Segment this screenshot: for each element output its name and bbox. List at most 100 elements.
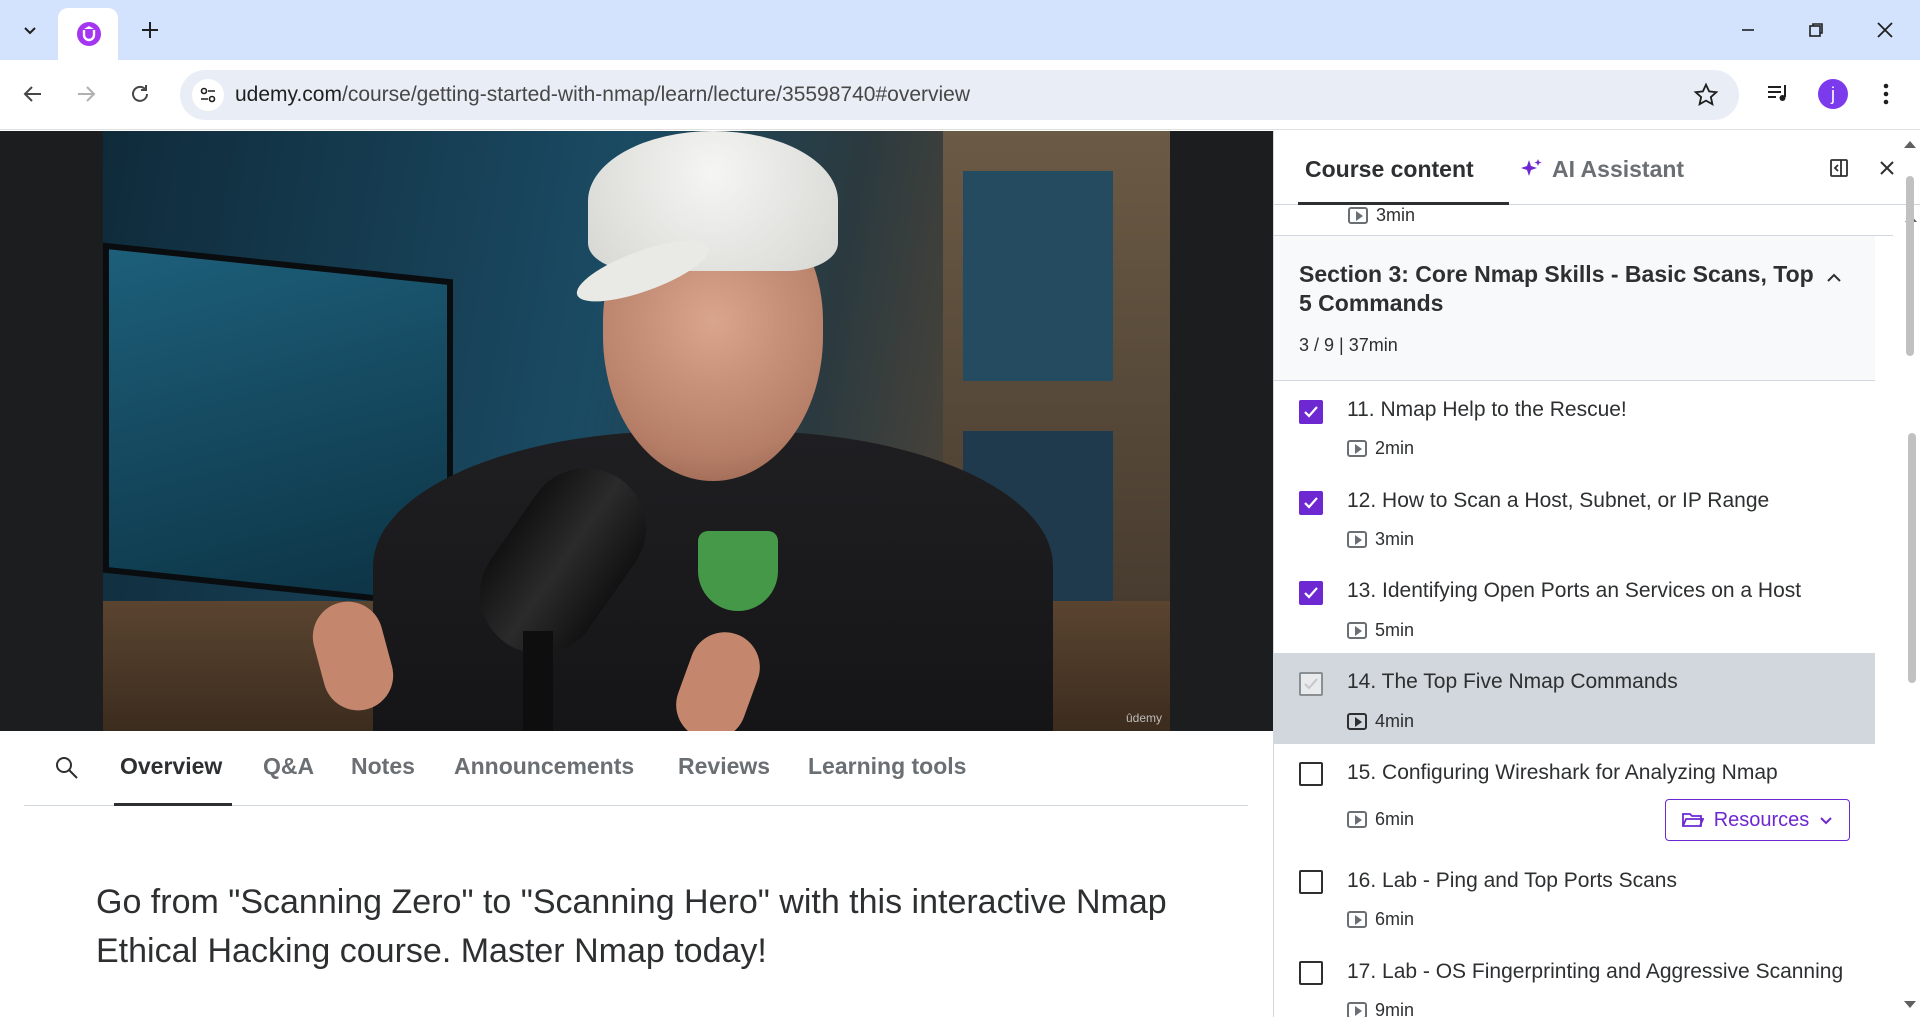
reload-icon[interactable]: [122, 76, 158, 112]
lecture-duration: 3min: [1347, 529, 1414, 550]
lecture-item[interactable]: 15. Configuring Wireshark for Analyzing …: [1274, 744, 1875, 853]
video-play-icon: [1347, 713, 1367, 730]
section-header[interactable]: Section 3: Core Nmap Skills - Basic Scan…: [1274, 236, 1875, 381]
resources-label: Resources: [1713, 808, 1810, 831]
lecture-item-current[interactable]: 14. The Top Five Nmap Commands 4min: [1274, 653, 1875, 744]
lecture-item[interactable]: 11. Nmap Help to the Rescue! 2min: [1274, 381, 1875, 471]
address-bar[interactable]: udemy.com/course/getting-started-with-nm…: [180, 70, 1739, 120]
shirt-logo: [698, 531, 778, 611]
url-path: /course/getting-started-with-nmap/learn/…: [341, 83, 970, 106]
lecture-item[interactable]: 13. Identifying Open Ports an Services o…: [1274, 562, 1875, 653]
page-scrollbar[interactable]: [1900, 131, 1920, 1017]
tab-learning-tools[interactable]: Learning tools: [808, 753, 966, 780]
section-progress: 3 / 9 | 37min: [1299, 335, 1398, 355]
lecture-duration: 6min: [1347, 809, 1414, 830]
resources-button[interactable]: Resources: [1665, 799, 1850, 841]
tab-announcements[interactable]: Announcements: [454, 753, 634, 780]
lecture-title: 14. The Top Five Nmap Commands: [1347, 670, 1678, 693]
video-frame: ûdemy: [103, 131, 1170, 731]
section-title: Section 3: Core Nmap Skills - Basic Scan…: [1299, 261, 1814, 316]
lecture-title: 17. Lab - OS Fingerprinting and Aggressi…: [1347, 960, 1844, 983]
course-headline: Go from "Scanning Zero" to "Scanning Her…: [96, 883, 1167, 970]
video-player[interactable]: ûdemy: [0, 131, 1273, 731]
site-info-icon[interactable]: [192, 79, 224, 111]
tab-course-content[interactable]: Course content: [1305, 156, 1474, 183]
previous-duration-text: 3min: [1376, 205, 1416, 225]
video-play-icon: [1347, 911, 1367, 928]
bookmark-star-icon[interactable]: [1693, 82, 1719, 108]
tab-notes[interactable]: Notes: [351, 753, 415, 780]
lecture-title: 11. Nmap Help to the Rescue!: [1347, 398, 1627, 421]
url-text: udemy.com/course/getting-started-with-nm…: [235, 83, 970, 107]
close-window-icon[interactable]: [1865, 10, 1905, 50]
page-scroll-up-arrow-icon[interactable]: [1904, 141, 1916, 148]
page-scroll-down-arrow-icon[interactable]: [1904, 1001, 1916, 1008]
tab-qa[interactable]: Q&A: [263, 753, 314, 780]
expand-panel-icon[interactable]: [1824, 153, 1854, 183]
folder-open-icon: [1681, 813, 1704, 827]
lecture-duration: 2min: [1347, 438, 1414, 459]
lecture-duration-text: 9min: [1375, 1000, 1415, 1017]
lecture-item[interactable]: 17. Lab - OS Fingerprinting and Aggressi…: [1274, 944, 1875, 1017]
completed-checkbox[interactable]: [1299, 491, 1323, 515]
lecture-duration-text: 6min: [1375, 809, 1415, 829]
lecture-duration-text: 6min: [1375, 909, 1415, 929]
browser-tab-udemy[interactable]: [58, 8, 118, 60]
minimize-window-icon[interactable]: [1728, 10, 1768, 50]
video-play-icon: [1348, 207, 1368, 224]
lecture-title: 13. Identifying Open Ports an Services o…: [1347, 579, 1802, 602]
tab-reviews[interactable]: Reviews: [678, 753, 770, 780]
video-play-icon: [1347, 1002, 1367, 1017]
back-arrow-icon[interactable]: [15, 76, 51, 112]
lecture-duration: 5min: [1347, 620, 1414, 641]
page-scrollbar-thumb[interactable]: [1906, 176, 1914, 356]
profile-initial: j: [1818, 79, 1848, 109]
tab-ai-assistant[interactable]: AI Assistant: [1552, 156, 1684, 183]
course-curriculum-list[interactable]: 3min Section 3: Core Nmap Skills - Basic…: [1274, 205, 1893, 1017]
lecture-duration: 9min: [1347, 1000, 1414, 1017]
lecture-item[interactable]: 12. How to Scan a Host, Subnet, or IP Ra…: [1274, 471, 1875, 562]
checkbox[interactable]: [1299, 870, 1323, 894]
completed-checkbox[interactable]: [1299, 400, 1323, 424]
completed-checkbox[interactable]: [1299, 581, 1323, 605]
browser-menu-kebab-icon[interactable]: [1868, 76, 1904, 112]
lecture-title: 16. Lab - Ping and Top Ports Scans: [1347, 869, 1677, 892]
checkbox[interactable]: [1299, 762, 1323, 786]
search-icon[interactable]: [54, 755, 82, 783]
lecture-duration-text: 2min: [1375, 438, 1415, 458]
video-play-icon: [1347, 622, 1367, 639]
tab-search-chevron-icon[interactable]: [12, 12, 48, 48]
video-play-icon: [1347, 811, 1367, 828]
media-controls-icon[interactable]: [1760, 76, 1796, 112]
lecture-duration: 6min: [1347, 909, 1414, 930]
video-play-icon: [1347, 440, 1367, 457]
presenter-cap: [588, 131, 838, 271]
video-watermark: ûdemy: [1125, 711, 1162, 725]
chevron-up-icon[interactable]: [1822, 266, 1846, 290]
profile-avatar[interactable]: j: [1815, 76, 1851, 112]
restore-window-icon[interactable]: [1796, 10, 1836, 50]
microphone-stand: [523, 631, 553, 731]
lecture-duration-text: 3min: [1375, 529, 1415, 549]
lecture-duration: 4min: [1347, 711, 1414, 732]
chevron-down-icon: [1820, 817, 1833, 825]
browser-tabstrip: [0, 0, 1920, 60]
url-host: udemy.com: [235, 83, 342, 106]
new-tab-button[interactable]: [132, 12, 168, 48]
lecture-item[interactable]: 16. Lab - Ping and Top Ports Scans 6min: [1274, 853, 1875, 944]
content-tabs: Overview Q&A Notes Announcements Reviews…: [24, 731, 1248, 806]
close-sidebar-icon[interactable]: [1872, 153, 1902, 183]
previous-lecture-duration: 3min: [1348, 205, 1415, 226]
sidebar-header: Course content AI Assistant: [1274, 131, 1920, 205]
browser-toolbar: udemy.com/course/getting-started-with-nm…: [0, 60, 1920, 130]
active-tab-indicator: [114, 803, 232, 806]
lecture-title: 15. Configuring Wireshark for Analyzing …: [1347, 761, 1778, 784]
course-sidebar: Course content AI Assistant 3min Section…: [1273, 131, 1920, 1017]
checkbox[interactable]: [1299, 672, 1323, 696]
ai-sparkle-icon: [1519, 157, 1543, 181]
tab-overview[interactable]: Overview: [120, 753, 222, 780]
lecture-duration-text: 4min: [1375, 711, 1415, 731]
lecture-duration-text: 5min: [1375, 620, 1415, 640]
checkbox[interactable]: [1299, 961, 1323, 985]
forward-arrow-icon[interactable]: [68, 76, 104, 112]
